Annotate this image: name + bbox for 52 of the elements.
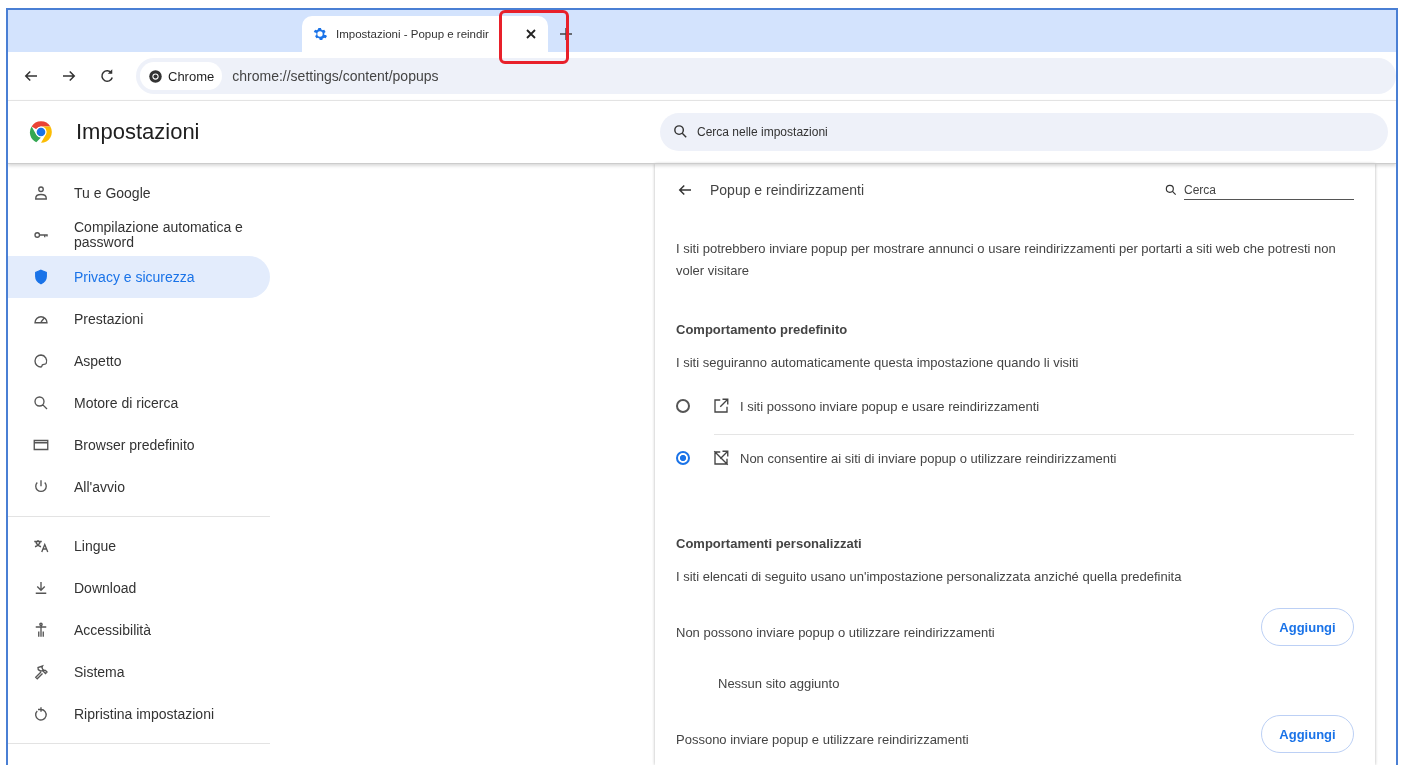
- add-button[interactable]: Aggiungi: [1261, 715, 1354, 753]
- add-button[interactable]: Aggiungi: [1261, 608, 1354, 646]
- menu-item-icon: [32, 663, 50, 681]
- sidebar-item[interactable]: Privacy e sicurezza: [8, 256, 270, 298]
- search-field[interactable]: Cerca nelle impostazioni: [660, 113, 1388, 151]
- chrome-logo-icon: [28, 119, 54, 145]
- sidebar-item[interactable]: Motore di ricerca: [8, 382, 270, 424]
- section-heading: Comportamento predefinito: [676, 322, 849, 337]
- sidebar-item[interactable]: Tu e Google: [8, 172, 270, 214]
- sidebar-item[interactable]: Compilazione automatica e password: [8, 214, 270, 256]
- radio-button[interactable]: [676, 399, 690, 413]
- tab-title: Impostazioni - Popup e reindir: [336, 28, 490, 40]
- sidebar-item[interactable]: All'avvio: [8, 466, 270, 508]
- sidebar-item[interactable]: Browser predefinito: [8, 424, 270, 466]
- sidebar-item[interactable]: Lingue: [8, 525, 270, 567]
- external-link-icon: [712, 397, 730, 415]
- option-label: Non consentire ai siti di inviare popup o utilizzare reindirizzamenti: [740, 450, 1117, 466]
- sidebar-item[interactable]: Accessibilità: [8, 609, 270, 651]
- close-icon: [526, 29, 536, 39]
- search-icon: [1164, 183, 1178, 197]
- section-subtitle: I siti elencati di seguito usano un'impostazione personalizzata anziché quella predefinita: [676, 569, 1183, 584]
- site-chip[interactable]: Chrome: [140, 62, 223, 90]
- list-label: Non possono inviare popup o utilizzare reindirizzamenti: [676, 623, 995, 640]
- menu-item-icon: [32, 268, 50, 286]
- list-label: Possono inviare popup e utilizzare reindirizzamenti: [676, 730, 969, 747]
- empty-message: Nessun sito aggiunto: [718, 676, 841, 691]
- section-subtitle: I siti seguiranno automaticamente questa impostazione quando li visiti: [676, 355, 1080, 370]
- sidebar-item[interactable]: Prestazioni: [8, 298, 270, 340]
- address-bar[interactable]: Chrome chrome://settings/content/popups: [136, 58, 1396, 94]
- radio-button[interactable]: [676, 451, 690, 465]
- description-text: I siti potrebbero inviare popup per mostrare annunci o usare reindirizzamenti per portarti a siti web che potresti non voler visitare: [676, 240, 1337, 280]
- sidebar-item[interactable]: Ripristina impostazioni: [8, 693, 270, 735]
- menu-item-icon: [32, 537, 50, 555]
- sidebar-item[interactable]: Aspetto: [8, 340, 270, 382]
- url-text: chrome://settings/content/popups: [232, 68, 439, 84]
- menu-item-icon: [32, 394, 50, 412]
- browser-tab[interactable]: Impostazioni - Popup e reindir: [302, 16, 548, 52]
- search-field[interactable]: Cerca: [1184, 180, 1354, 200]
- menu-item-icon: [32, 184, 50, 202]
- page-title: Impostazioni: [76, 119, 200, 145]
- browser-logo-icon: [148, 68, 163, 84]
- option-label: I siti possono inviare popup e usare reindirizzamenti: [740, 398, 1040, 414]
- plus-icon: [560, 28, 572, 40]
- sidebar-item[interactable]: Download: [8, 567, 270, 609]
- reload-icon[interactable]: [98, 67, 116, 85]
- section-heading: Comportamenti personalizzati: [676, 536, 863, 551]
- gear-icon: [312, 26, 328, 42]
- section-title: Popup e reindirizzamenti: [710, 182, 866, 198]
- menu-item-icon: [32, 352, 50, 370]
- blocked-link-icon: [712, 449, 730, 467]
- sidebar-item[interactable]: Sistema: [8, 651, 270, 693]
- menu-item-icon: [32, 705, 50, 723]
